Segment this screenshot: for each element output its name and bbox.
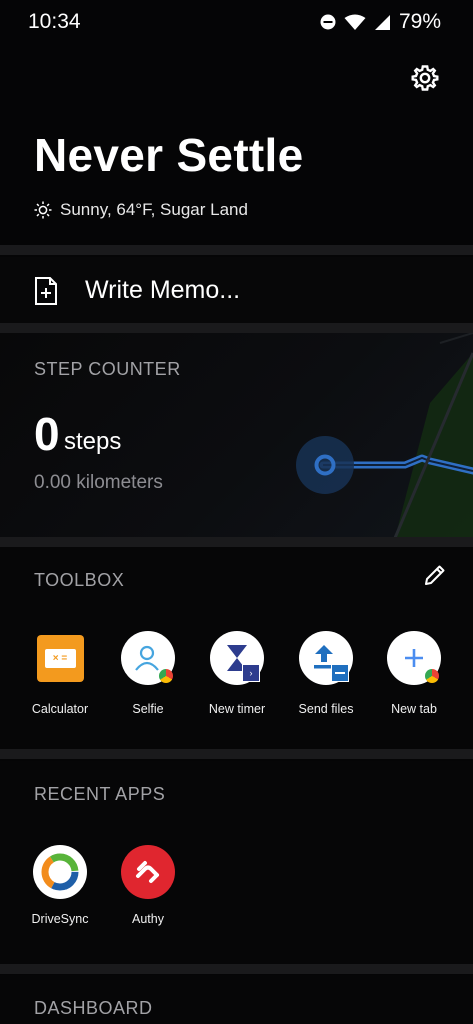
battery-percent: 79% <box>398 10 441 33</box>
tool-label: Selfie <box>132 702 164 716</box>
recent-apps-heading: RECENT APPS <box>34 784 166 804</box>
divider <box>0 964 473 974</box>
page-title: Never Settle <box>34 129 304 181</box>
tool-new-timer[interactable]: › New timer <box>197 631 277 716</box>
tool-calculator[interactable]: × = Calculator <box>20 631 100 716</box>
chrome-badge-icon <box>159 669 173 683</box>
steps-unit: steps <box>64 428 122 455</box>
new-tab-icon <box>387 631 441 685</box>
toolbox-heading: TOOLBOX <box>34 570 125 590</box>
divider <box>0 245 473 255</box>
do-not-disturb-icon <box>320 14 336 30</box>
weather-text: Sunny, 64°F, Sugar Land <box>60 200 248 219</box>
cellular-signal-icon <box>374 14 390 30</box>
wifi-icon <box>344 14 366 30</box>
tool-label: New timer <box>208 702 266 716</box>
dashboard-heading: DASHBOARD <box>34 998 153 1018</box>
divider <box>0 323 473 333</box>
app-authy[interactable]: Authy <box>108 845 188 926</box>
tool-send-files[interactable]: Send files <box>286 631 366 716</box>
app-label: Authy <box>132 912 164 926</box>
sun-icon <box>34 201 52 219</box>
tool-label: Calculator <box>31 702 89 716</box>
status-time: 10:34 <box>28 10 81 33</box>
tool-label: New tab <box>391 702 437 716</box>
files-badge-icon <box>331 664 349 682</box>
tool-selfie[interactable]: Selfie <box>108 631 188 716</box>
selfie-icon <box>121 631 175 685</box>
status-icons: 79% <box>320 10 441 34</box>
step-counter-heading: STEP COUNTER <box>34 359 181 379</box>
send-files-icon <box>299 631 353 685</box>
weather-row: Sunny, 64°F, Sugar Land <box>34 200 248 220</box>
divider <box>0 749 473 759</box>
memo-add-icon <box>35 277 57 305</box>
gear-icon[interactable] <box>410 63 440 93</box>
app-label: DriveSync <box>31 912 89 926</box>
chrome-badge-icon <box>425 669 439 683</box>
write-memo-label[interactable]: Write Memo... <box>85 276 240 305</box>
hourglass-icon: › <box>210 631 264 685</box>
drivesync-icon <box>33 845 87 899</box>
pencil-icon[interactable] <box>423 563 447 587</box>
steps-distance: 0.00 kilometers <box>34 472 163 493</box>
steps-count: 0 <box>34 408 60 460</box>
authy-icon <box>121 845 175 899</box>
status-bar: 10:34 79% <box>0 0 473 44</box>
app-drivesync[interactable]: DriveSync <box>20 845 100 926</box>
clock-badge-icon: › <box>242 664 260 682</box>
calculator-icon: × = <box>36 635 84 682</box>
tool-label: Send files <box>298 702 354 716</box>
tool-new-tab[interactable]: New tab <box>374 631 454 716</box>
divider <box>0 537 473 547</box>
